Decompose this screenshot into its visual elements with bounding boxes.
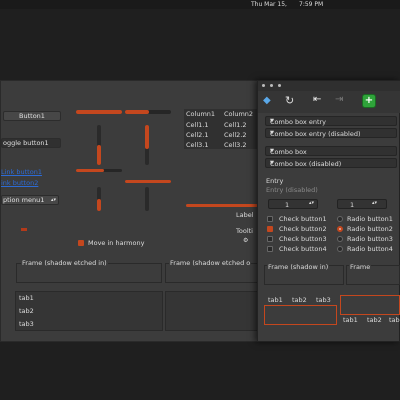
go-first-icon[interactable]: ⇤ [313, 94, 321, 105]
gear-icon[interactable]: ⚙ [243, 237, 248, 244]
tree-view[interactable]: Column1 Column2 Cell1.1 Cell1.2 Cell2.1 … [184, 109, 262, 149]
check-button4-label: Check button4 [279, 245, 327, 253]
table-cell[interactable]: Cell1.2 [224, 121, 247, 129]
chevron-down-icon: ▼ [270, 160, 274, 166]
spin-arrows-icon: ▴▾ [50, 197, 56, 203]
vscale3-fill [97, 199, 101, 211]
move-in-harmony-label: Move in harmony [88, 239, 145, 247]
hscale-fill2 [125, 110, 149, 114]
radio-button2[interactable] [337, 226, 343, 232]
vscale1-fill [97, 145, 101, 165]
tab-1[interactable]: tab1 [268, 296, 283, 304]
hscale-fill4 [125, 180, 171, 183]
progress-bar [186, 204, 258, 207]
label: Label [236, 211, 254, 219]
refresh-icon[interactable]: ↻ [285, 94, 294, 107]
go-last-icon[interactable]: ⇥ [335, 94, 343, 105]
radio-button2-label: Radio button2 [347, 225, 393, 233]
tab-3[interactable]: tab3 [19, 320, 34, 328]
top-panel: Thu Mar 15, 7:59 PM [0, 0, 400, 9]
notebook [15, 291, 163, 331]
notebook-bottom [340, 295, 400, 315]
tab-3[interactable]: tab3 [316, 296, 331, 304]
combo-box-disabled: Combo box (disabled) ▼ [265, 158, 397, 168]
table-cell[interactable]: Cell3.1 [186, 141, 209, 149]
combo-box-entry[interactable]: Combo box entry ▼ [265, 116, 397, 126]
column2-header[interactable]: Column2 [224, 110, 253, 118]
spin-button2[interactable]: 1 ▴▾ [337, 199, 387, 209]
tab-2[interactable]: tab2 [292, 296, 307, 304]
combo-box-entry-disabled: Combo box entry (disabled) ▼ [265, 128, 397, 138]
table-cell[interactable]: Cell1.1 [186, 121, 209, 129]
progress-marker [21, 228, 27, 231]
vscale2-fill [145, 125, 149, 149]
link-button2[interactable]: ink button2 [1, 179, 38, 187]
spin-arrows-icon[interactable]: ▴▾ [309, 200, 314, 206]
hscale-fill1 [76, 110, 122, 114]
toolbar: ◆ ↻ ⇤ ⇥ + [258, 91, 400, 113]
close-icon[interactable] [262, 84, 265, 87]
check-button2[interactable] [267, 226, 273, 232]
hscale-fill3 [76, 169, 104, 172]
radio-button3-label: Radio button3 [347, 235, 393, 243]
table-cell[interactable]: Cell3.2 [224, 141, 247, 149]
option-menu-label: ption menu1 [3, 196, 45, 204]
entry-disabled-field: Entry (disabled) [266, 186, 318, 194]
spin-value[interactable]: 1 [285, 201, 289, 209]
notebook2 [165, 291, 269, 331]
table-cell[interactable]: Cell2.1 [186, 131, 209, 139]
vscale4[interactable] [145, 187, 149, 211]
check-button1[interactable] [267, 216, 273, 222]
main-window: Button1 oggle button1 Link button1 ink b… [0, 80, 270, 342]
frame-etched-in-label: Frame (shadow etched in) [21, 259, 108, 267]
option-menu1[interactable]: ption menu1 ▴▾ [1, 195, 59, 205]
check-button2-label: Check button2 [279, 225, 327, 233]
radio-button3[interactable] [337, 236, 343, 242]
clock-time[interactable]: 7:59 PM [299, 1, 323, 8]
chevron-down-icon: ▼ [270, 148, 274, 154]
frame-shadow-out-label: Frame [349, 263, 372, 271]
tab-1[interactable]: tab1 [343, 316, 358, 324]
button1[interactable]: Button1 [3, 111, 61, 121]
add-icon[interactable]: + [362, 94, 376, 108]
title-bar [258, 81, 400, 91]
table-cell[interactable]: Cell2.2 [224, 131, 247, 139]
check-button3-label: Check button3 [279, 235, 327, 243]
chevron-down-icon: ▼ [270, 118, 274, 124]
diamond-icon[interactable]: ◆ [263, 95, 271, 106]
maximize-icon[interactable] [278, 84, 281, 87]
minimize-icon[interactable] [270, 84, 273, 87]
radio-button1[interactable] [337, 216, 343, 222]
frame-shadow-in-label: Frame (shadow in) [267, 263, 330, 271]
toggle-button1[interactable]: oggle button1 [1, 138, 61, 148]
check-button4[interactable] [267, 246, 273, 252]
tab-1[interactable]: tab1 [19, 294, 34, 302]
spin-value[interactable]: 1 [350, 201, 354, 209]
tab-2[interactable]: tab2 [367, 316, 382, 324]
radio-button4[interactable] [337, 246, 343, 252]
entry-field[interactable]: Entry [266, 177, 283, 185]
tab-3[interactable]: tab3 [389, 316, 400, 324]
spin-arrows-icon[interactable]: ▴▾ [372, 200, 377, 206]
clock-date[interactable]: Thu Mar 15, [251, 1, 287, 8]
combo-box[interactable]: Combo box ▼ [265, 146, 397, 156]
tooltip-button[interactable]: Toolti [236, 227, 253, 235]
link-button1[interactable]: Link button1 [1, 168, 42, 176]
column1-header[interactable]: Column1 [186, 110, 215, 118]
frame-etched-out-label: Frame (shadow etched o [169, 259, 252, 267]
check-button1-label: Check button1 [279, 215, 327, 223]
radio-button1-label: Radio button1 [347, 215, 393, 223]
tab-2[interactable]: tab2 [19, 307, 34, 315]
radio-button4-label: Radio button4 [347, 245, 393, 253]
check-button3[interactable] [267, 236, 273, 242]
spin-button1[interactable]: 1 ▴▾ [268, 199, 318, 209]
move-in-harmony-check[interactable] [78, 240, 84, 246]
notebook-top [264, 305, 337, 325]
chevron-down-icon: ▼ [270, 130, 274, 136]
